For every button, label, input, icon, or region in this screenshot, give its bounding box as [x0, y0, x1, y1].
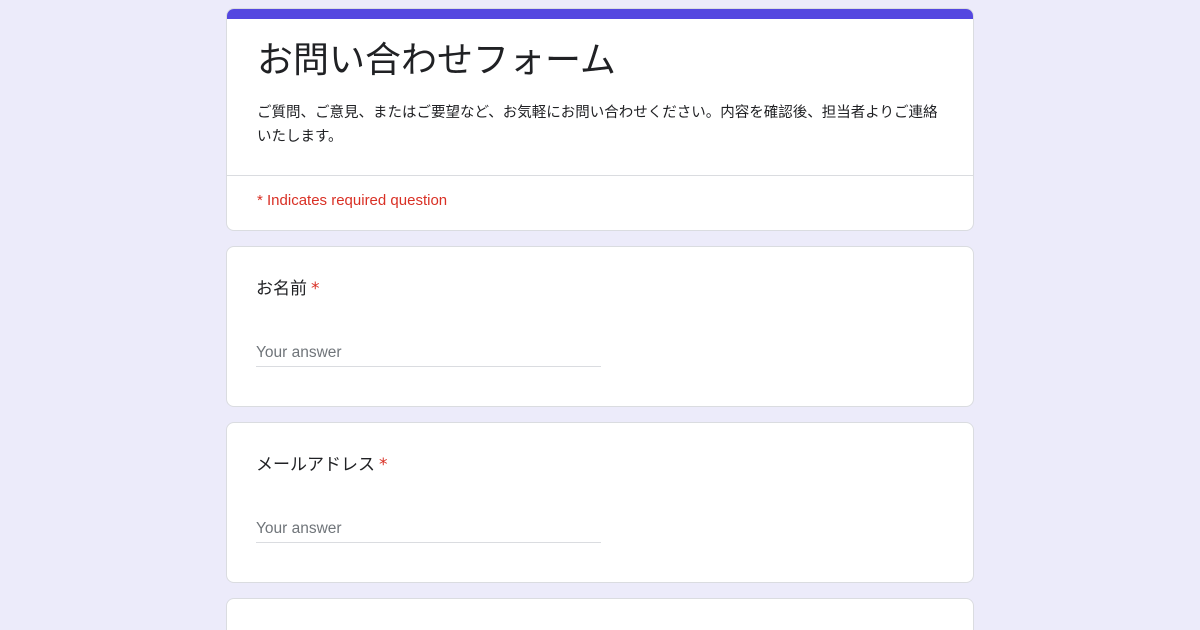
question-label-name: お名前 *: [256, 277, 320, 301]
required-note: * Indicates required question: [257, 192, 448, 209]
email-input[interactable]: [256, 515, 601, 543]
question-card-email: メールアドレス *: [226, 422, 974, 583]
question-title: メールアドレス: [256, 455, 375, 475]
form-header-card: お問い合わせフォーム ご質問、ご意見、またはご要望など、お気軽にお問い合わせくだ…: [226, 8, 974, 231]
question-card-next: [226, 598, 974, 630]
form-accent-bar: [227, 9, 973, 19]
question-card-name: お名前 *: [226, 246, 974, 407]
name-input[interactable]: [256, 339, 601, 367]
header-divider: [227, 175, 973, 176]
question-title: お名前: [256, 279, 307, 299]
form-description: ご質問、ご意見、またはご要望など、お気軽にお問い合わせください。内容を確認後、担…: [257, 105, 938, 145]
question-label-email: メールアドレス *: [256, 453, 388, 477]
required-asterisk: *: [379, 455, 388, 475]
form-container: お問い合わせフォーム ご質問、ご意見、またはご要望など、お気軽にお問い合わせくだ…: [226, 8, 974, 630]
form-title: お問い合わせフォーム: [257, 40, 616, 81]
required-asterisk: *: [311, 279, 320, 299]
